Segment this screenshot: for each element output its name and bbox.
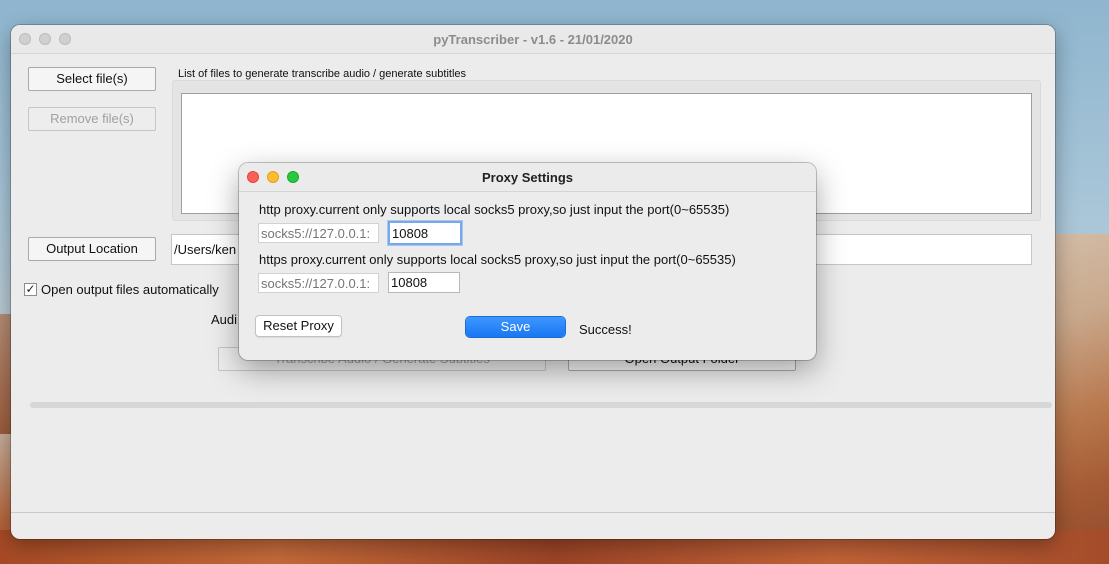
https-proxy-prefix-field bbox=[258, 273, 379, 293]
audio-language-label: Audi bbox=[211, 312, 238, 327]
output-location-button[interactable]: Output Location bbox=[28, 237, 156, 261]
dialog-titlebar[interactable]: Proxy Settings bbox=[239, 163, 816, 192]
https-proxy-port-input[interactable] bbox=[388, 272, 460, 293]
open-output-auto-label: Open output files automatically bbox=[41, 282, 219, 297]
progress-bar bbox=[30, 402, 1052, 408]
select-files-button[interactable]: Select file(s) bbox=[28, 67, 156, 91]
file-list-label: List of files to generate transcribe aud… bbox=[178, 68, 467, 80]
save-button[interactable]: Save bbox=[466, 317, 565, 337]
http-proxy-prefix-field bbox=[258, 223, 379, 243]
open-output-auto-checkbox[interactable]: ✓ bbox=[24, 283, 37, 296]
window-title: pyTranscriber - v1.6 - 21/01/2020 bbox=[433, 32, 633, 47]
status-message: Success! bbox=[579, 322, 632, 337]
remove-files-button[interactable]: Remove file(s) bbox=[28, 107, 156, 131]
http-proxy-label: http proxy.current only supports local s… bbox=[259, 202, 730, 217]
reset-proxy-button[interactable]: Reset Proxy bbox=[255, 315, 342, 337]
status-bar-divider bbox=[11, 512, 1055, 513]
dialog-title: Proxy Settings bbox=[481, 170, 574, 185]
proxy-settings-dialog: Proxy Settings http proxy.current only s… bbox=[239, 163, 816, 360]
main-titlebar[interactable]: pyTranscriber - v1.6 - 21/01/2020 bbox=[11, 25, 1055, 54]
https-proxy-label: https proxy.current only supports local … bbox=[259, 252, 736, 267]
http-proxy-port-input[interactable] bbox=[388, 221, 462, 245]
